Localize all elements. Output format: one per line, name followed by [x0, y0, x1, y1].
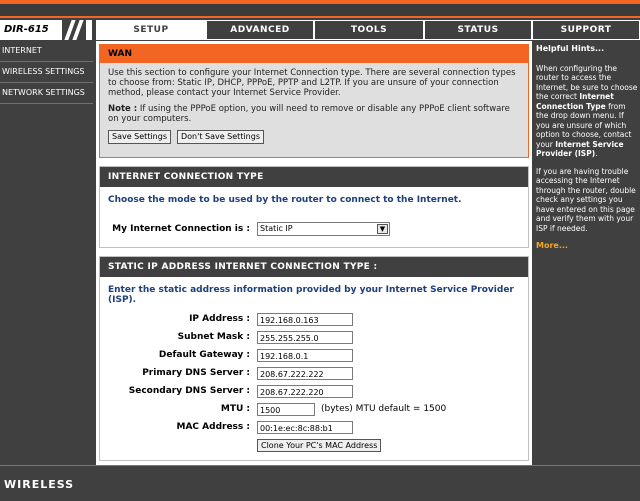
mtu-input[interactable]: 1500 [257, 403, 315, 416]
footer-brand: WIRELESS [4, 478, 75, 491]
hints-title: Helpful Hints... [536, 44, 605, 53]
dont-save-settings-button[interactable]: Don't Save Settings [177, 130, 264, 144]
top-accent-bar [0, 0, 640, 4]
clone-mac-address-button[interactable]: Clone Your PC's MAC Address [257, 439, 382, 452]
wan-title: WAN [100, 45, 528, 63]
sidebar-item-wireless-settings[interactable]: WIRELESS SETTINGS [0, 62, 93, 83]
main-tabs: SETUP ADVANCED TOOLS STATUS SUPPORT [96, 20, 640, 40]
static-ip-title: STATIC IP ADDRESS INTERNET CONNECTION TY… [100, 257, 528, 277]
tab-support[interactable]: SUPPORT [532, 20, 640, 40]
subnet-mask-label: Subnet Mask : [177, 332, 250, 342]
mac-address-label: MAC Address : [176, 422, 251, 432]
secondary-dns-input[interactable]: 208.67.222.220 [257, 385, 353, 398]
sidebar-item-network-settings[interactable]: NETWORK SETTINGS [0, 83, 93, 104]
main-content: WAN Use this section to configure your I… [96, 41, 532, 465]
wan-description: Use this section to configure your Inter… [108, 68, 516, 98]
connection-type-title: INTERNET CONNECTION TYPE [100, 167, 528, 187]
hints-more-link[interactable]: More... [536, 241, 568, 250]
static-ip-section: STATIC IP ADDRESS INTERNET CONNECTION TY… [99, 256, 529, 461]
footer-bar: WIRELESS [0, 465, 640, 501]
slash-decoration [62, 20, 86, 40]
internet-connection-type-section: INTERNET CONNECTION TYPE Choose the mode… [99, 166, 529, 248]
tab-setup[interactable]: SETUP [96, 20, 206, 40]
chevron-down-icon[interactable]: ▼ [377, 224, 388, 234]
helpful-hints-panel: Helpful Hints... When configuring the ro… [533, 41, 640, 465]
mac-address-input[interactable]: 00:1e:ec:8c:88:b1 [257, 421, 353, 434]
ip-address-label: IP Address : [189, 314, 250, 324]
hints-paragraph-2: If you are having trouble accessing the … [536, 166, 636, 233]
connection-type-subtitle: Choose the mode to be used by the router… [108, 195, 462, 205]
subnet-mask-input[interactable]: 255.255.255.0 [257, 331, 353, 344]
primary-dns-label: Primary DNS Server : [142, 368, 250, 378]
secondary-dns-label: Secondary DNS Server : [128, 386, 250, 396]
wan-note-text: If using the PPPoE option, you will need… [108, 104, 510, 124]
primary-dns-input[interactable]: 208.67.222.222 [257, 367, 353, 380]
wan-note-label: Note : [108, 104, 138, 114]
mtu-label: MTU : [220, 404, 250, 414]
sidebar: INTERNET WIRELESS SETTINGS NETWORK SETTI… [0, 41, 93, 465]
model-label: DIR-615 [4, 24, 49, 35]
default-gateway-input[interactable]: 192.168.0.1 [257, 349, 353, 362]
sidebar-item-internet[interactable]: INTERNET [0, 41, 93, 62]
model-badge: DIR-615 [0, 20, 92, 40]
connection-type-label: My Internet Connection is : [112, 224, 250, 234]
connection-type-select[interactable]: Static IP ▼ [257, 222, 390, 236]
hints-paragraph-1: When configuring the router to access th… [536, 64, 638, 159]
tab-status[interactable]: STATUS [424, 20, 532, 40]
wan-section: WAN Use this section to configure your I… [99, 44, 529, 158]
static-ip-subtitle: Enter the static address information pro… [108, 285, 514, 305]
mtu-default-note: (bytes) MTU default = 1500 [321, 404, 447, 414]
tab-tools[interactable]: TOOLS [314, 20, 424, 40]
tab-advanced[interactable]: ADVANCED [206, 20, 314, 40]
connection-type-value: Static IP [260, 224, 293, 233]
top-banner [0, 0, 640, 18]
default-gateway-label: Default Gateway : [158, 350, 250, 360]
save-settings-button[interactable]: Save Settings [108, 130, 171, 144]
wan-note: Note : If using the PPPoE option, you wi… [108, 104, 520, 124]
ip-address-input[interactable]: 192.168.0.163 [257, 313, 353, 326]
hints-text: . [595, 149, 598, 158]
